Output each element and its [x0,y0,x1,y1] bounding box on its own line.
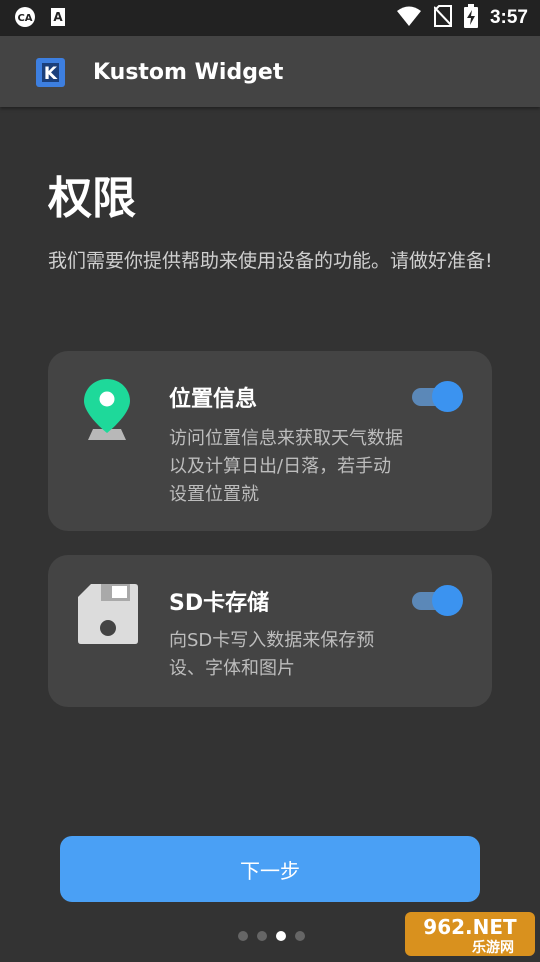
status-time: 3:57 [489,7,528,28]
page-indicator [238,931,305,941]
toggle-thumb [432,381,463,412]
kustom-logo-icon: K [36,58,65,87]
location-pin-icon [82,377,132,447]
status-bar: CA A 3:57 [0,0,540,36]
svg-text:A: A [53,10,63,24]
permission-description: 向SD卡写入数据来保存预设、字体和图片 [169,630,375,679]
page-dot[interactable] [295,931,305,941]
infinity-icon: CA [14,6,36,32]
page-dot[interactable] [238,931,248,941]
toggle-thumb [432,585,463,616]
wifi-icon [396,5,422,31]
permission-card-storage: SD卡存储 向SD卡写入数据来保存预设、字体和图片 [48,555,492,707]
svg-text:乐游网: 乐游网 [472,939,514,956]
next-button[interactable]: 下一步 [60,836,480,902]
permission-title: 位置信息 [169,387,258,412]
svg-text:CA: CA [17,13,32,24]
location-toggle[interactable] [412,380,464,412]
sd-card-icon [77,583,139,649]
permission-card-location: 位置信息 访问位置信息来获取天气数据以及计算日出/日落，若手动设置位置就 [48,351,492,531]
page-title: 权限 [48,173,136,224]
site-watermark-logo: 962.NET 乐游网 [403,910,537,958]
no-sim-icon [433,5,453,31]
battery-charging-icon [463,4,478,32]
page-dot-active[interactable] [276,931,286,941]
page-subtitle: 我们需要你提供帮助来使用设备的功能。请做好准备! [48,250,493,272]
svg-text:962.NET: 962.NET [423,915,517,939]
permission-title: SD卡存储 [169,591,270,616]
app-title: Kustom Widget [93,60,284,85]
svg-text:K: K [44,64,58,84]
page-dot[interactable] [257,931,267,941]
app-bar: K Kustom Widget [0,36,540,107]
font-a-icon: A [50,7,66,31]
storage-toggle[interactable] [412,584,464,616]
permission-description: 访问位置信息来获取天气数据以及计算日出/日落，若手动设置位置就 [169,428,403,505]
